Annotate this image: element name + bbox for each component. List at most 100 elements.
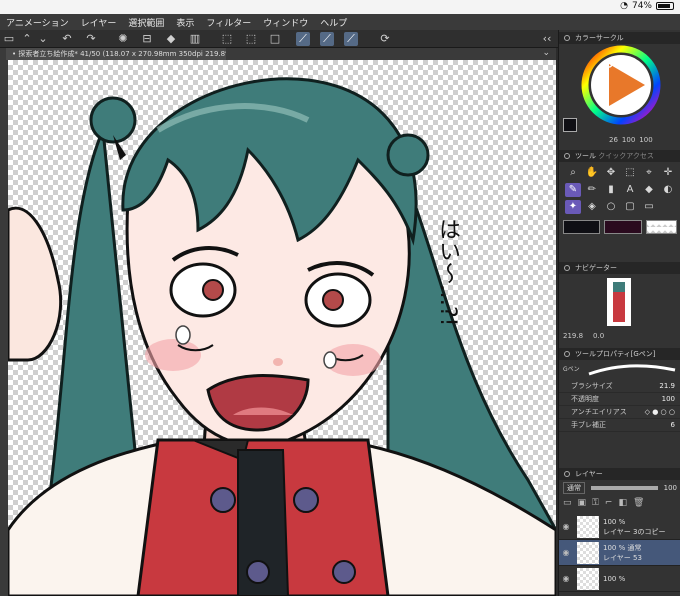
- navigator-angle[interactable]: 0.0: [593, 332, 604, 340]
- fill-tool-icon[interactable]: ◆: [641, 183, 657, 197]
- move-tool-icon[interactable]: ✥: [603, 166, 619, 180]
- navigator-preview[interactable]: [607, 278, 631, 326]
- eyedropper-tool-icon[interactable]: ⌖: [641, 166, 657, 180]
- menu-bar: アニメーション レイヤー 選択範囲 表示 フィルター ウィンドウ ヘルプ: [0, 14, 680, 30]
- panel-collapse-icon[interactable]: ‹‹: [540, 32, 554, 46]
- ruler-special-icon[interactable]: ⟋: [320, 32, 334, 46]
- visibility-eye-icon[interactable]: ◉: [559, 574, 573, 583]
- layer-opacity-slider[interactable]: [591, 486, 658, 490]
- lock-icon[interactable]: ⚿: [592, 498, 599, 512]
- opacity-value[interactable]: 100: [662, 395, 675, 403]
- transform-icon[interactable]: ▥: [188, 32, 202, 46]
- selection-box-icon[interactable]: □: [268, 32, 282, 46]
- layer-item[interactable]: ◉ 100 % レイヤー 3のコピー: [559, 514, 680, 540]
- antialias-options[interactable]: ◇ ● ○ ○: [645, 408, 675, 416]
- layer-percent: 100 %: [603, 574, 626, 583]
- layer-panel-title: レイヤー: [575, 470, 603, 478]
- color-h-value: 26: [609, 136, 618, 144]
- artwork: [8, 77, 556, 596]
- antialias-row[interactable]: アンチエイリアス ◇ ● ○ ○: [559, 406, 680, 419]
- undo-icon[interactable]: ↶: [60, 32, 74, 46]
- tool-property-name: [Gペン]: [630, 350, 656, 358]
- new-folder-icon[interactable]: ▣: [578, 498, 587, 512]
- transparent-color-chip[interactable]: [645, 220, 677, 234]
- delete-layer-icon[interactable]: 🗑: [633, 498, 644, 512]
- color-circle-panel: カラーサークル 26 100 100: [559, 32, 680, 148]
- layer-item[interactable]: ◉ 100 %: [559, 566, 680, 592]
- mask-icon[interactable]: ◧: [618, 498, 627, 512]
- opacity-row[interactable]: 不透明度 100: [559, 393, 680, 406]
- clear-icon[interactable]: ⊟: [140, 32, 154, 46]
- deselect-icon[interactable]: ⬚: [220, 32, 234, 46]
- hand-tool-icon[interactable]: ✋: [584, 166, 600, 180]
- decoration-tool-icon[interactable]: ✦: [565, 200, 581, 214]
- main-color-swatch[interactable]: [563, 118, 577, 132]
- pen-tool-icon[interactable]: ✎: [565, 183, 581, 197]
- menu-filter[interactable]: フィルター: [200, 16, 257, 29]
- color-panel-title: カラーサークル: [575, 34, 624, 42]
- canvas-area: • 探索者立ち絵作成* 41/50 (118.07 x 270.98mm 350…: [0, 48, 556, 596]
- clip-icon[interactable]: ⌐: [605, 498, 613, 512]
- layer-thumbnail: [577, 541, 599, 564]
- invert-selection-icon[interactable]: ⬚: [244, 32, 258, 46]
- tool-property-panel: ツールプロパティ[Gペン] Gペン ブラシサイズ 21.9 不透明度 100 アンチ…: [559, 348, 680, 458]
- step-up-icon[interactable]: ⌃: [20, 32, 34, 46]
- menu-selection[interactable]: 選択範囲: [122, 16, 170, 29]
- layer-percent: 100 %: [603, 517, 626, 526]
- fill-icon[interactable]: ◆: [164, 32, 178, 46]
- ruler-snap-icon[interactable]: ⟋: [296, 32, 310, 46]
- quick-access-tab[interactable]: クイックアクセス: [598, 152, 654, 160]
- stabilization-value[interactable]: 6: [671, 421, 675, 429]
- operation-tool-icon[interactable]: ✛: [660, 166, 676, 180]
- canvas[interactable]: はい〜…?!: [8, 60, 556, 596]
- navigator-zoom[interactable]: 219.8: [563, 332, 583, 340]
- figure-tool-icon[interactable]: ○: [603, 200, 619, 214]
- menu-help[interactable]: ヘルプ: [314, 16, 353, 29]
- stabilization-row[interactable]: 手ブレ補正 6: [559, 419, 680, 432]
- tool-panel: ツール クイックアクセス ⌕ ✋ ✥ ⬚ ⌖ ✛ ✎ ✏ ▮ A ◆ ◐ ✦ ◈…: [559, 150, 680, 262]
- right-panel: カラーサークル 26 100 100 ツール クイックアクセス ⌕ ✋ ✥ ⬚ …: [558, 30, 680, 596]
- layer-name: レイヤー 3のコピー: [603, 527, 666, 536]
- brush-tool-icon[interactable]: ▮: [603, 183, 619, 197]
- main-color-chip[interactable]: [563, 220, 601, 234]
- layer-thumbnail: [577, 567, 599, 590]
- frame-tool-icon[interactable]: ▢: [622, 200, 638, 214]
- select-tool-icon[interactable]: ⬚: [622, 166, 638, 180]
- text-tool-icon[interactable]: A: [622, 183, 638, 197]
- brush-size-row[interactable]: ブラシサイズ 21.9: [559, 380, 680, 393]
- layer-item-selected[interactable]: ◉ 100 % 通常 レイヤー 53: [559, 540, 680, 566]
- loading-icon[interactable]: ✺: [116, 32, 130, 46]
- layer-thumbnail: [577, 515, 599, 538]
- zoom-tool-icon[interactable]: ⌕: [565, 166, 581, 180]
- menu-animation[interactable]: アニメーション: [0, 16, 75, 29]
- visibility-eye-icon[interactable]: ◉: [559, 548, 573, 557]
- visibility-eye-icon[interactable]: ◉: [559, 522, 573, 531]
- companion-mode-icon[interactable]: ⟳: [378, 32, 392, 46]
- eraser-tool-icon[interactable]: ▭: [641, 200, 657, 214]
- sub-color-chip[interactable]: [604, 220, 642, 234]
- step-down-icon[interactable]: ⌄: [36, 32, 50, 46]
- gradient-tool-icon[interactable]: ◐: [660, 183, 676, 197]
- redo-icon[interactable]: ↷: [84, 32, 98, 46]
- menu-window[interactable]: ウィンドウ: [257, 16, 314, 29]
- tab-menu-icon[interactable]: ⌄: [542, 48, 550, 58]
- brush-size-label: ブラシサイズ: [571, 382, 613, 390]
- document-tab[interactable]: • 探索者立ち絵作成* 41/50 (118.07 x 270.98mm 350…: [6, 48, 226, 60]
- layer-opacity-value[interactable]: 100: [664, 484, 677, 492]
- layer-name: レイヤー 53: [603, 553, 642, 562]
- brush-name: Gペン: [563, 366, 580, 373]
- stabilization-label: 手ブレ補正: [571, 421, 606, 429]
- menu-view[interactable]: 表示: [170, 16, 200, 29]
- menu-layer[interactable]: レイヤー: [75, 16, 123, 29]
- blend-tool-icon[interactable]: ◈: [584, 200, 600, 214]
- battery-icon: [656, 2, 674, 10]
- tool-property-title: ツールプロパティ: [575, 350, 631, 358]
- color-wheel[interactable]: [559, 44, 680, 126]
- save-icon[interactable]: ▭: [2, 32, 16, 46]
- ruler-grid-icon[interactable]: ⟋: [344, 32, 358, 46]
- brush-size-value[interactable]: 21.9: [659, 382, 675, 390]
- blend-mode-select[interactable]: 通常: [563, 482, 585, 494]
- new-layer-icon[interactable]: ▭: [563, 498, 572, 512]
- pencil-tool-icon[interactable]: ✏: [584, 183, 600, 197]
- navigator-panel: ナビゲーター 219.8 0.0: [559, 262, 680, 348]
